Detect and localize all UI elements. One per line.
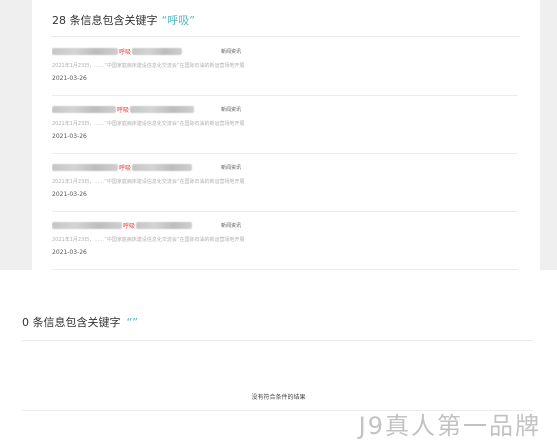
result-category[interactable]: 新闻资讯 (221, 106, 241, 113)
result-title-link[interactable]: 呼吸 (52, 163, 210, 173)
result-item[interactable]: 呼吸 新闻资讯 2021年1月23日，……“中国家庭病床建设信息化交流会”在国际… (52, 211, 518, 270)
redacted-text (52, 222, 122, 229)
result-item[interactable]: 呼吸 新闻资讯 2021年1月23日，……“中国家庭病床建设信息化交流会”在国际… (52, 37, 518, 96)
result-title-link[interactable]: 呼吸 (52, 47, 210, 57)
search-keyword: “呼吸” (161, 14, 195, 27)
divider (22, 340, 533, 341)
empty-results-heading: 0 条信息包含关键字 “” (22, 314, 138, 330)
title-keyword-highlight: 呼吸 (123, 223, 136, 230)
result-snippet: 2021年1月23日，……“中国家庭病床建设信息化交流会”在国际石油的新运营场地… (52, 121, 245, 127)
result-category[interactable]: 新闻资讯 (221, 222, 241, 229)
result-snippet: 2021年1月23日，……“中国家庭病床建设信息化交流会”在国际石油的新运营场地… (52, 237, 245, 243)
redacted-text (52, 48, 118, 55)
results-count-text: 28 条信息包含关键字 (52, 14, 158, 27)
result-category[interactable]: 新闻资讯 (221, 48, 241, 55)
title-keyword-highlight: 呼吸 (119, 165, 132, 172)
title-keyword-highlight: 呼吸 (117, 107, 130, 114)
redacted-text (132, 164, 193, 171)
result-item[interactable]: 呼吸 新闻资讯 2021年1月23日，……“中国家庭病床建设信息化交流会”在国际… (52, 153, 518, 212)
redacted-text (132, 48, 183, 55)
result-title-link[interactable]: 呼吸 (52, 221, 210, 231)
results-heading: 28 条信息包含关键字 “呼吸” (52, 12, 195, 28)
no-results-message: 没有符合条件的结果 (251, 394, 306, 401)
result-date: 2021-03-26 (52, 191, 87, 198)
result-snippet: 2021年1月23日，……“中国家庭病床建设信息化交流会”在国际石油的新运营场地… (52, 179, 245, 185)
empty-search-keyword: “” (126, 316, 138, 329)
result-item[interactable]: 呼吸 新闻资讯 2021年1月23日，……“中国家庭病床建设信息化交流会”在国际… (52, 95, 518, 154)
redacted-text (130, 106, 195, 113)
result-title-link[interactable]: 呼吸 (52, 105, 210, 115)
result-date: 2021-03-26 (52, 249, 87, 256)
redacted-text (136, 222, 193, 229)
title-keyword-highlight: 呼吸 (119, 49, 132, 56)
redacted-text (52, 164, 118, 171)
result-date: 2021-03-26 (52, 133, 87, 140)
result-date: 2021-03-26 (52, 75, 87, 82)
empty-results-count-text: 0 条信息包含关键字 (22, 316, 121, 329)
redacted-text (52, 106, 116, 113)
result-category[interactable]: 新闻资讯 (221, 164, 241, 171)
result-snippet: 2021年1月23日，……“中国家庭病床建设信息化交流会”在国际石油的新运营场地… (52, 63, 245, 69)
watermark: J9真人第一品牌 (358, 412, 541, 440)
results-card: 28 条信息包含关键字 “呼吸” 呼吸 新闻资讯 2021年1月23日，……“中国… (32, 0, 540, 270)
